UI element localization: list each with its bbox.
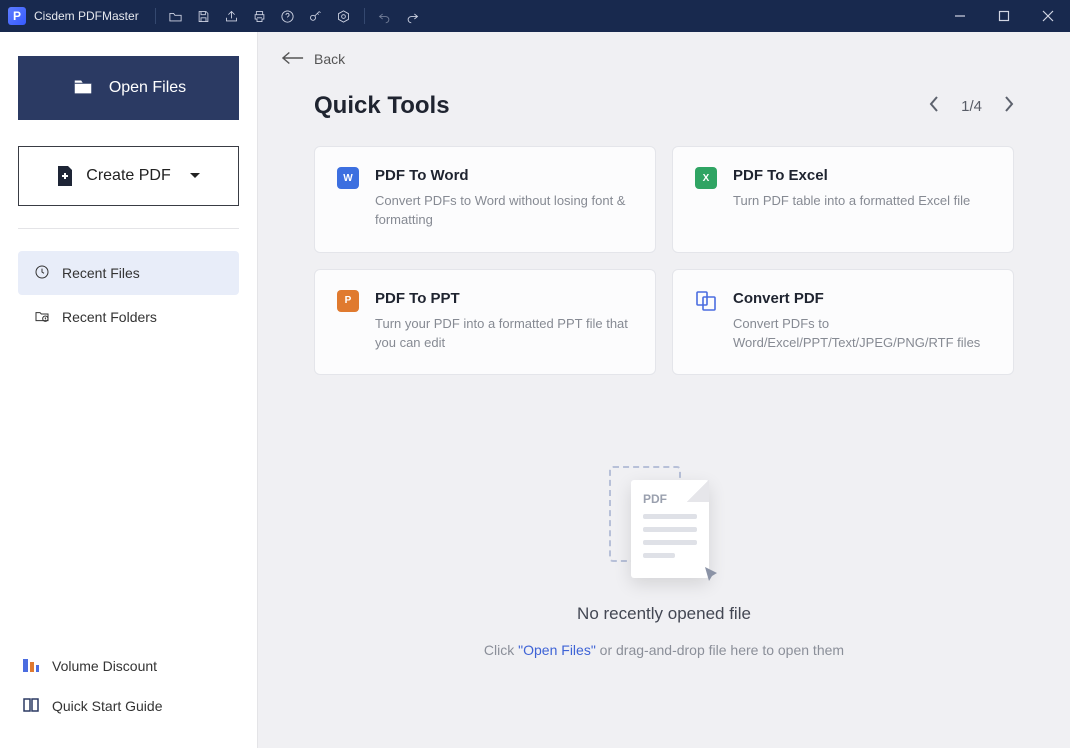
- volume-discount-label: Volume Discount: [52, 658, 157, 674]
- tool-card-pdf-to-excel[interactable]: X PDF To Excel Turn PDF table into a for…: [672, 146, 1014, 253]
- sidebar-item-recent-folders[interactable]: Recent Folders: [18, 295, 239, 339]
- quick-start-link[interactable]: Quick Start Guide: [18, 686, 239, 726]
- pager: 1/4: [929, 96, 1014, 116]
- tool-card-pdf-to-word[interactable]: W PDF To Word Convert PDFs to Word witho…: [314, 146, 656, 253]
- volume-discount-icon: [22, 656, 40, 677]
- prev-page-button[interactable]: [929, 96, 939, 116]
- pager-text: 1/4: [961, 98, 982, 115]
- sidebar: Open Files Create PDF Recent Files Recen…: [0, 32, 258, 748]
- create-pdf-button[interactable]: Create PDF: [18, 146, 239, 206]
- help-icon[interactable]: [274, 0, 302, 32]
- app-logo: P: [8, 7, 26, 25]
- book-icon: [22, 696, 40, 717]
- ppt-icon: P: [337, 290, 359, 312]
- card-title: PDF To PPT: [375, 290, 633, 307]
- dropzone-hint: Click "Open Files" or drag-and-drop file…: [484, 642, 844, 658]
- folder-open-icon: [71, 75, 95, 102]
- clock-icon: [34, 264, 50, 283]
- next-page-button[interactable]: [1004, 96, 1014, 116]
- quick-start-label: Quick Start Guide: [52, 698, 163, 714]
- arrow-left-icon: [282, 51, 304, 68]
- main-area: Back Quick Tools 1/4 W PDF To Word Conve…: [258, 32, 1070, 748]
- volume-discount-link[interactable]: Volume Discount: [18, 646, 239, 686]
- convert-icon: [695, 290, 717, 312]
- recent-files-label: Recent Files: [62, 265, 140, 281]
- word-icon: W: [337, 167, 359, 189]
- sidebar-item-recent-files[interactable]: Recent Files: [18, 251, 239, 295]
- open-icon[interactable]: [162, 0, 190, 32]
- page-title: Quick Tools: [314, 92, 450, 120]
- print-icon[interactable]: [246, 0, 274, 32]
- chevron-down-icon: [189, 167, 201, 185]
- card-title: PDF To Excel: [733, 167, 970, 184]
- maximize-icon[interactable]: [982, 0, 1026, 32]
- open-files-label: Open Files: [109, 79, 186, 97]
- titlebar-tools: [149, 0, 427, 32]
- pdf-drop-illustration-icon: PDF: [609, 466, 719, 586]
- divider-icon: [18, 228, 239, 229]
- card-title: PDF To Word: [375, 167, 633, 184]
- separator-icon: [155, 8, 156, 24]
- minimize-icon[interactable]: [938, 0, 982, 32]
- card-desc: Turn PDF table into a formatted Excel fi…: [733, 192, 970, 211]
- card-desc: Convert PDFs to Word without losing font…: [375, 192, 633, 230]
- back-label: Back: [314, 51, 345, 67]
- dropzone[interactable]: PDF No recently opened file Click "Open …: [258, 375, 1070, 748]
- share-icon[interactable]: [218, 0, 246, 32]
- create-pdf-icon: [56, 165, 74, 187]
- card-desc: Turn your PDF into a formatted PPT file …: [375, 315, 633, 353]
- settings-icon[interactable]: [330, 0, 358, 32]
- dropzone-title: No recently opened file: [577, 604, 751, 624]
- tool-card-convert-pdf[interactable]: Convert PDF Convert PDFs to Word/Excel/P…: [672, 269, 1014, 376]
- separator-icon: [364, 8, 365, 24]
- card-desc: Convert PDFs to Word/Excel/PPT/Text/JPEG…: [733, 315, 991, 353]
- app-title: Cisdem PDFMaster: [34, 9, 139, 23]
- recent-folders-label: Recent Folders: [62, 309, 157, 325]
- key-icon[interactable]: [302, 0, 330, 32]
- redo-icon[interactable]: [399, 0, 427, 32]
- card-title: Convert PDF: [733, 290, 991, 307]
- back-button[interactable]: Back: [258, 32, 1070, 86]
- close-icon[interactable]: [1026, 0, 1070, 32]
- folder-clock-icon: [34, 308, 50, 327]
- undo-icon[interactable]: [371, 0, 399, 32]
- titlebar: P Cisdem PDFMaster: [0, 0, 1070, 32]
- tool-card-pdf-to-ppt[interactable]: P PDF To PPT Turn your PDF into a format…: [314, 269, 656, 376]
- open-files-button[interactable]: Open Files: [18, 56, 239, 120]
- save-icon[interactable]: [190, 0, 218, 32]
- create-pdf-label: Create PDF: [86, 167, 170, 185]
- excel-icon: X: [695, 167, 717, 189]
- open-files-link[interactable]: "Open Files": [518, 642, 596, 658]
